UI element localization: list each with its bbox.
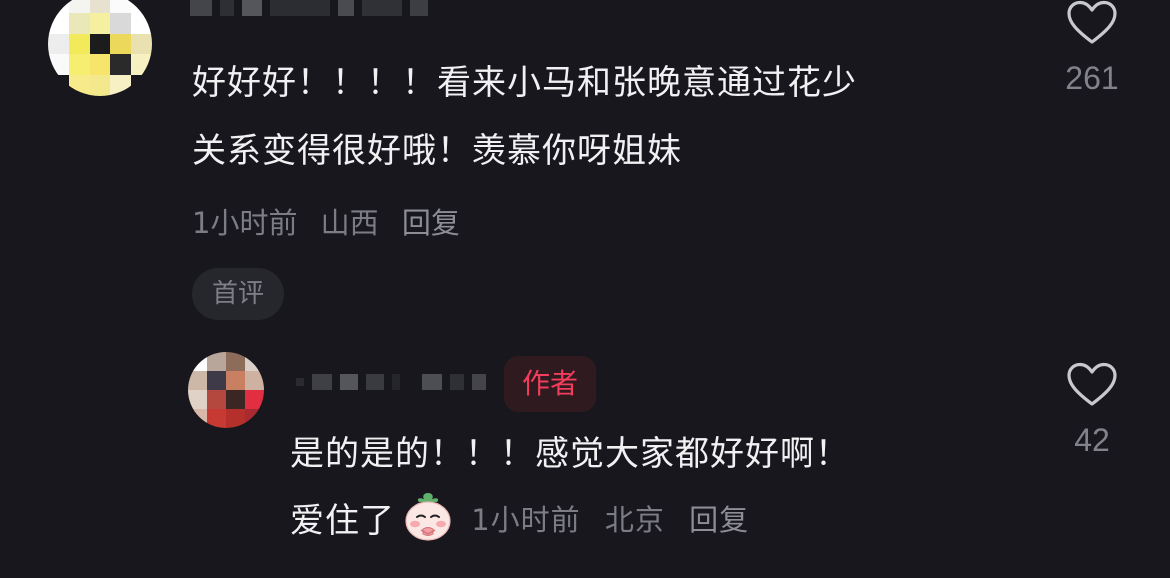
avatar-pixel xyxy=(89,12,111,34)
avatar-pixel xyxy=(48,75,69,96)
avatar-pixel xyxy=(207,390,226,409)
avatar-pixel xyxy=(68,54,90,76)
heart-outline-icon[interactable] xyxy=(1066,362,1118,408)
reply-body-line-2: 爱住了 1小时前 北京 回复 xyxy=(290,486,763,555)
comment-meta: 1小时前 山西 回复 xyxy=(192,200,474,242)
avatar-pixel xyxy=(110,54,132,76)
avatar-pixel xyxy=(48,33,69,55)
reply-time: 1小时前 xyxy=(471,503,581,537)
reply-meta: 1小时前 北京 回复 xyxy=(461,503,763,537)
avatar-pixel xyxy=(188,409,207,428)
avatar-pixel xyxy=(207,352,226,371)
avatar-pixel xyxy=(245,390,264,409)
avatar-pixel xyxy=(226,352,245,371)
avatar-pixel xyxy=(48,12,69,34)
comment-like-count: 261 xyxy=(1065,60,1119,96)
avatar-pixel xyxy=(245,409,264,428)
avatar-pixel xyxy=(131,33,152,55)
commenter-avatar[interactable] xyxy=(48,0,152,96)
avatar-pixel xyxy=(188,371,207,390)
avatar-pixel xyxy=(131,12,152,34)
avatar-pixel xyxy=(68,0,90,13)
avatar-pixel xyxy=(110,12,132,34)
avatar-pixel xyxy=(48,54,69,76)
avatar-pixel xyxy=(188,352,207,371)
avatar-pixel xyxy=(131,0,152,13)
avatar-pixel xyxy=(110,33,132,55)
reply-location: 北京 xyxy=(604,503,665,537)
avatar-pixel xyxy=(68,33,90,55)
shy-face-emoji-icon xyxy=(405,493,451,541)
author-avatar[interactable] xyxy=(188,352,264,428)
avatar-pixel xyxy=(110,0,132,13)
reply-body-text: 爱住了 xyxy=(290,501,395,541)
avatar-pixel xyxy=(110,75,132,96)
avatar-pixel xyxy=(245,352,264,371)
avatar-pixel xyxy=(68,12,90,34)
avatar-pixel xyxy=(89,75,111,96)
avatar-pixel xyxy=(207,371,226,390)
comment-like-button[interactable]: 261 xyxy=(1052,0,1132,97)
avatar-pixel xyxy=(226,371,245,390)
reply-reply-button[interactable]: 回复 xyxy=(689,503,749,537)
comment-reply-button[interactable]: 回复 xyxy=(402,206,460,240)
avatar-pixel xyxy=(48,0,69,13)
first-comment-badge: 首评 xyxy=(192,268,285,320)
avatar-pixel xyxy=(131,54,152,76)
reply-like-count: 42 xyxy=(1074,422,1110,458)
commenter-username-blurred[interactable] xyxy=(190,0,428,16)
avatar-pixel xyxy=(89,0,111,13)
comment-location: 山西 xyxy=(320,206,379,240)
avatar-pixel xyxy=(245,371,264,390)
comment-body-line-1: 好好好！！！！看来小马和张晚意通过花少 xyxy=(192,63,857,103)
avatar-pixel xyxy=(131,75,152,96)
avatar-pixel xyxy=(207,409,226,428)
comment-body-line-2: 关系变得很好哦！羡慕你呀姐妹 xyxy=(192,131,682,171)
avatar-pixel xyxy=(89,33,111,55)
avatar-pixel xyxy=(89,54,111,76)
comment-time: 1小时前 xyxy=(192,206,298,240)
author-username-blurred[interactable] xyxy=(296,374,526,390)
reply-body-line-1: 是的是的！！！感觉大家都好好啊！ xyxy=(290,434,850,474)
avatar-pixel xyxy=(226,409,245,428)
avatar-pixel xyxy=(226,390,245,409)
author-badge: 作者 xyxy=(504,356,597,412)
reply-like-button[interactable]: 42 xyxy=(1052,362,1132,459)
heart-outline-icon[interactable] xyxy=(1066,0,1118,46)
avatar-pixel xyxy=(68,75,90,96)
avatar-pixel xyxy=(188,390,207,409)
